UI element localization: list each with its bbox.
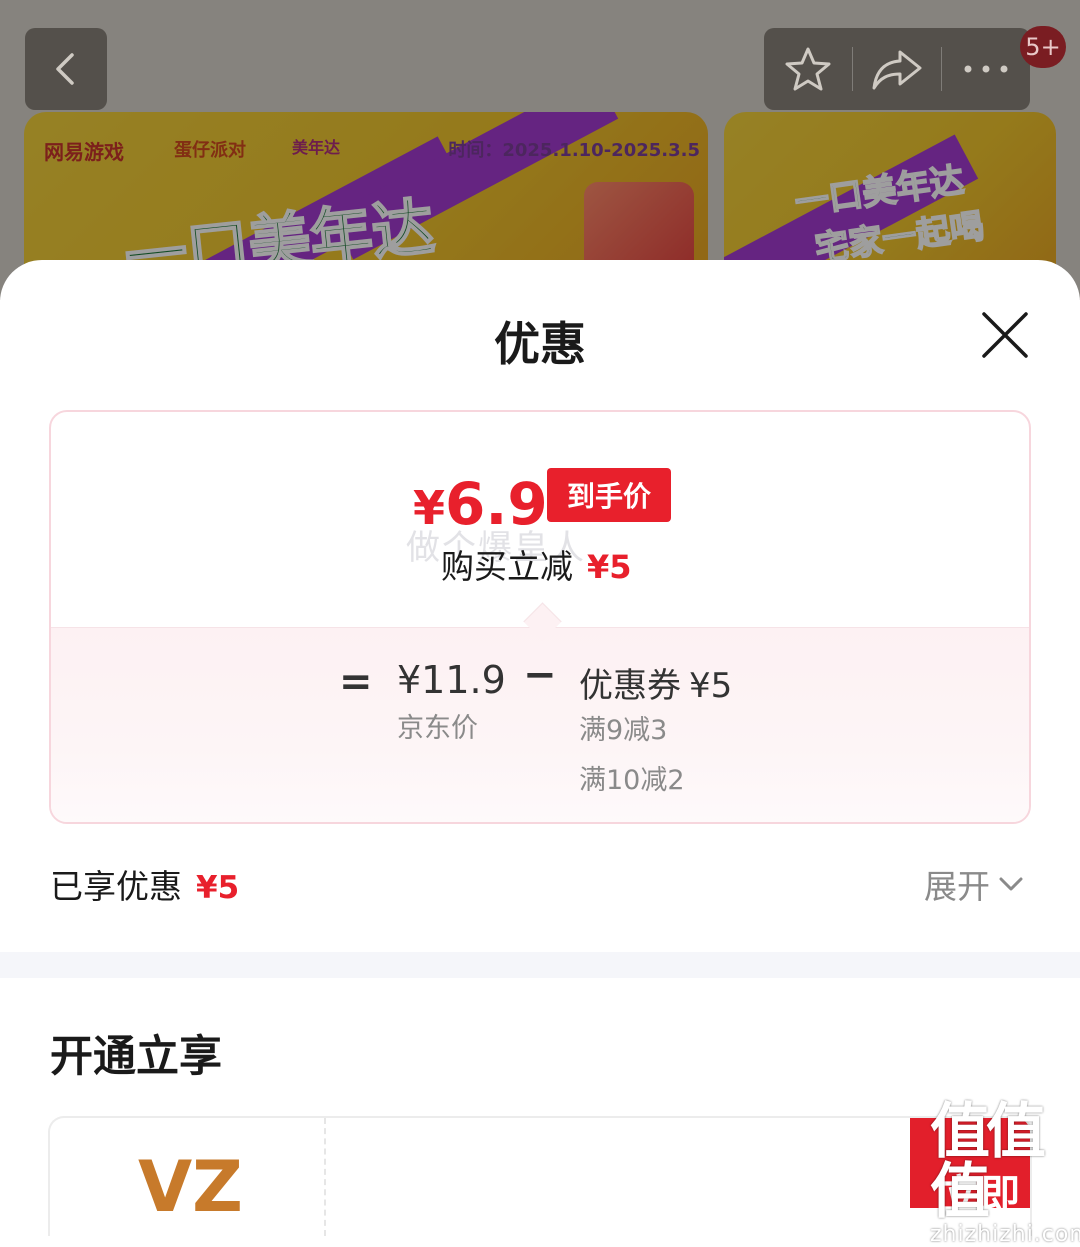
enjoyed-discount-value: ¥5 bbox=[196, 870, 240, 906]
chevron-down-icon bbox=[999, 877, 1023, 891]
expand-button[interactable]: 展开 bbox=[924, 860, 1024, 908]
message-count-badge[interactable]: 5+ bbox=[1020, 26, 1066, 68]
more-button[interactable] bbox=[942, 28, 1030, 110]
final-price-tag: 到手价 bbox=[547, 468, 671, 522]
favorite-button[interactable] bbox=[764, 28, 852, 110]
instant-discount-value: ¥5 bbox=[587, 548, 632, 586]
divider bbox=[324, 1118, 326, 1236]
coupon-rule: 满10减2 bbox=[579, 765, 685, 796]
enjoyed-discount-line: 已享优惠 ¥5 bbox=[50, 860, 239, 908]
sheet-title: 优惠 bbox=[494, 317, 586, 371]
instant-discount-label: 购买立减 bbox=[441, 547, 573, 586]
coupon-rule: 满9减3 bbox=[579, 715, 668, 746]
price-breakdown-card: ¥6.9 到手价 做个爆皇人 购买立减 ¥5 = ¥11.9 京东价 − 优惠券 ¥… bbox=[49, 410, 1031, 824]
section-separator bbox=[0, 952, 1080, 978]
discount-bottom-sheet: 优惠 ¥6.9 到手价 做个爆皇人 购买立减 ¥5 = ¥11.9 京东价 − 优… bbox=[0, 260, 1080, 1236]
product-page-background: 网易游戏 蛋仔派对 美年达 时间：2025.1.10-2025.3.5 一口美年… bbox=[0, 0, 1080, 312]
jd-price-label: 京东价 bbox=[397, 713, 478, 744]
share-button[interactable] bbox=[853, 28, 941, 110]
expand-label: 展开 bbox=[924, 867, 990, 906]
jd-price-value: ¥11.9 bbox=[397, 658, 506, 702]
coupon-label: 优惠券 bbox=[579, 666, 681, 706]
membership-card[interactable]: VZ 立即 bbox=[48, 1116, 1032, 1236]
section-title-open-membership: 开通立享 bbox=[50, 1032, 222, 1082]
top-action-group bbox=[764, 28, 1030, 110]
close-button[interactable] bbox=[980, 310, 1030, 360]
star-icon bbox=[785, 47, 831, 91]
more-icon bbox=[964, 65, 1008, 73]
enjoyed-discount-label: 已享优惠 bbox=[50, 867, 182, 906]
site-watermark-url: zhizhizhi.com bbox=[930, 1222, 1080, 1247]
coupon-line: 优惠券 ¥5 bbox=[579, 658, 732, 707]
share-icon bbox=[872, 50, 922, 90]
instant-discount-line: 购买立减 ¥5 bbox=[441, 540, 632, 588]
close-icon bbox=[982, 312, 1028, 358]
site-watermark: 值值值 zhizhizhi.com bbox=[930, 1102, 1080, 1247]
membership-logo: VZ bbox=[138, 1146, 243, 1228]
equals-sign: = bbox=[339, 659, 373, 705]
minus-sign: − bbox=[523, 652, 557, 698]
coupon-value: ¥5 bbox=[689, 666, 733, 706]
back-button[interactable] bbox=[25, 28, 107, 110]
back-icon bbox=[56, 53, 74, 85]
site-watermark-glyph: 值值值 bbox=[930, 1097, 1046, 1227]
